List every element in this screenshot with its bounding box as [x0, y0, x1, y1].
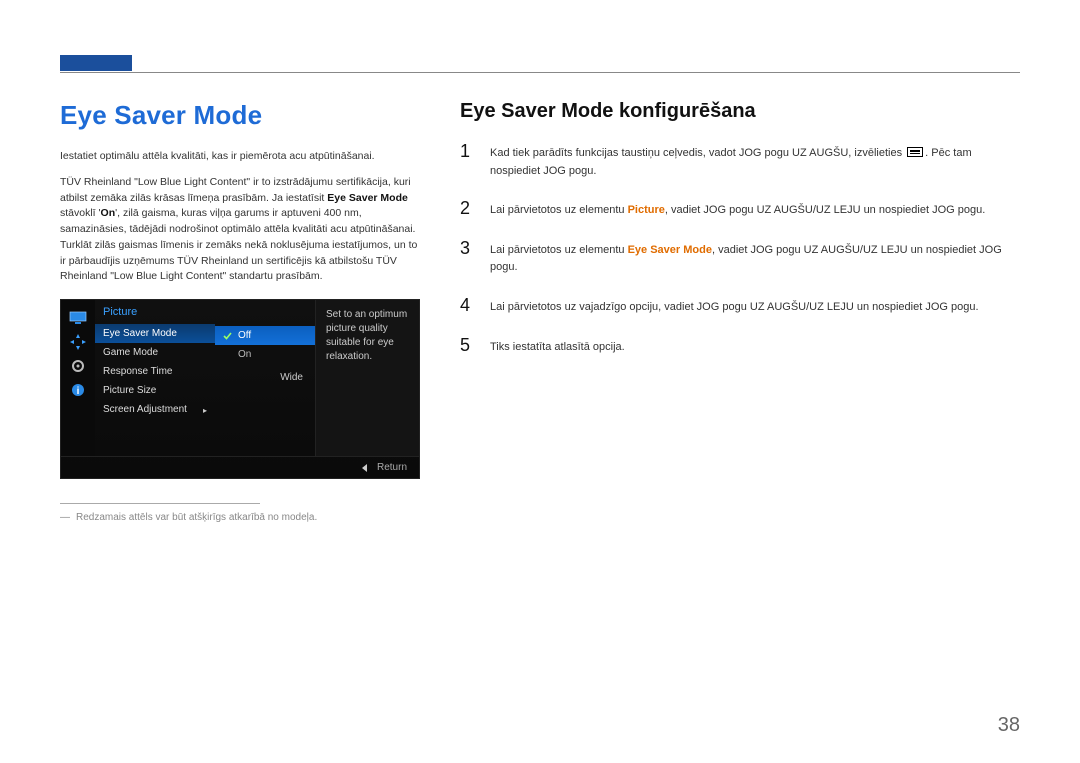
osd-preview: i Picture Eye Saver Mode Game Mode Respo…	[60, 299, 420, 479]
footnote-dash: ―	[60, 512, 70, 523]
header-accent	[60, 55, 132, 71]
osd-item-eye-saver[interactable]: Eye Saver Mode	[95, 324, 215, 343]
step-2-orange: Picture	[628, 204, 665, 216]
osd-item-response-time[interactable]: Response Time	[95, 362, 215, 381]
osd-item-screen-adjustment-label: Screen Adjustment	[103, 404, 187, 415]
step-text: Tiks iestatīta atlasītā opcija.	[490, 335, 625, 357]
check-icon	[223, 331, 232, 340]
svg-text:i: i	[77, 386, 80, 397]
subsection-title: Eye Saver Mode konfigurēšana	[460, 100, 1020, 123]
step-number: 1	[460, 141, 478, 162]
osd-picture-size-value: Wide	[215, 368, 315, 387]
step-1-pre: Kad tiek parādīts funkcijas taustiņu ceļ…	[490, 147, 905, 159]
p2-on: On	[101, 207, 116, 219]
info-icon: i	[68, 382, 88, 398]
manual-page: Eye Saver Mode Iestatiet optimālu attēla…	[0, 0, 1080, 763]
step-2-post: , vadiet JOG pogu UZ AUGŠU/UZ LEJU un no…	[665, 204, 985, 216]
step-text: Kad tiek parādīts funkcijas taustiņu ceļ…	[490, 141, 1020, 180]
back-icon	[362, 464, 367, 472]
intro-paragraph-1: Iestatiet optimālu attēla kvalitāti, kas…	[60, 149, 420, 165]
step-text: Lai pārvietotos uz elementu Eye Saver Mo…	[490, 238, 1020, 277]
osd-description: Set to an optimum picture quality suitab…	[315, 300, 419, 456]
osd-body: i Picture Eye Saver Mode Game Mode Respo…	[61, 300, 419, 456]
right-column: Eye Saver Mode konfigurēšana 1 Kad tiek …	[460, 100, 1020, 523]
step-number: 5	[460, 335, 478, 356]
step-4: 4 Lai pārvietotos uz vajadzīgo opciju, v…	[460, 295, 1020, 317]
osd-options: Off On Wide	[215, 300, 315, 456]
step-number: 3	[460, 238, 478, 259]
osd-main: Picture Eye Saver Mode Game Mode Respons…	[95, 300, 419, 456]
step-2-pre: Lai pārvietotos uz elementu	[490, 204, 628, 216]
p2-mid: stāvoklī '	[60, 207, 101, 219]
footnote-rule	[60, 503, 260, 504]
intro-paragraph-2: TÜV Rheinland "Low Blue Light Content" i…	[60, 175, 420, 285]
gear-icon	[68, 358, 88, 374]
step-text: Lai pārvietotos uz elementu Picture, vad…	[490, 198, 985, 220]
step-3: 3 Lai pārvietotos uz elementu Eye Saver …	[460, 238, 1020, 277]
footnote: ― Redzamais attēls var būt atšķirīgs atka…	[60, 512, 420, 523]
osd-option-off[interactable]: Off	[215, 326, 315, 345]
osd-item-game-mode[interactable]: Game Mode	[95, 343, 215, 362]
step-3-pre: Lai pārvietotos uz elementu	[490, 244, 628, 256]
osd-item-picture-size[interactable]: Picture Size	[95, 381, 215, 400]
step-1: 1 Kad tiek parādīts funkcijas taustiņu c…	[460, 141, 1020, 180]
step-5: 5 Tiks iestatīta atlasītā opcija.	[460, 335, 1020, 357]
osd-item-screen-adjustment[interactable]: Screen Adjustment ▸	[95, 400, 215, 419]
osd-option-on[interactable]: On	[215, 345, 315, 364]
p2-bold: Eye Saver Mode	[327, 192, 408, 204]
chevron-right-icon: ▸	[203, 406, 207, 415]
osd-item-picture-size-label: Picture Size	[103, 385, 156, 396]
steps-list: 1 Kad tiek parādīts funkcijas taustiņu c…	[460, 141, 1020, 356]
monitor-icon	[68, 310, 88, 326]
step-2: 2 Lai pārvietotos uz elementu Picture, v…	[460, 198, 1020, 220]
osd-menu-title: Picture	[95, 300, 215, 324]
arrows-icon	[68, 334, 88, 350]
header-rule	[60, 72, 1020, 73]
osd-footer: Return	[61, 456, 419, 478]
step-3-orange: Eye Saver Mode	[628, 244, 712, 256]
osd-return-label: Return	[377, 462, 407, 473]
step-text: Lai pārvietotos uz vajadzīgo opciju, vad…	[490, 295, 979, 317]
step-5-pre: Tiks iestatīta atlasītā opcija.	[490, 341, 625, 353]
footnote-text: Redzamais attēls var būt atšķirīgs atkar…	[76, 512, 317, 523]
page-number: 38	[998, 714, 1020, 737]
step-number: 2	[460, 198, 478, 219]
two-column-layout: Eye Saver Mode Iestatiet optimālu attēla…	[60, 100, 1020, 523]
osd-menu: Picture Eye Saver Mode Game Mode Respons…	[95, 300, 215, 456]
osd-option-off-label: Off	[238, 330, 251, 341]
left-column: Eye Saver Mode Iestatiet optimālu attēla…	[60, 100, 420, 523]
menu-icon	[907, 147, 923, 157]
step-number: 4	[460, 295, 478, 316]
section-title: Eye Saver Mode	[60, 100, 420, 131]
step-4-pre: Lai pārvietotos uz vajadzīgo opciju, vad…	[490, 301, 979, 313]
osd-option-on-label: On	[238, 349, 251, 360]
osd-sidebar: i	[61, 300, 95, 456]
